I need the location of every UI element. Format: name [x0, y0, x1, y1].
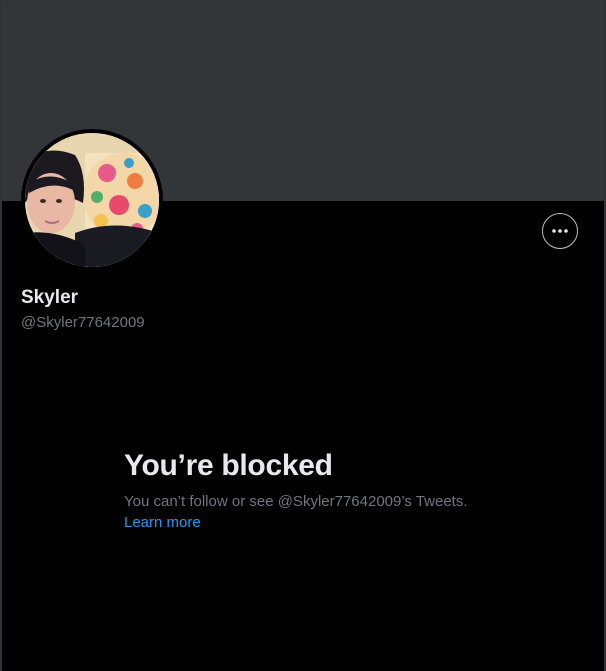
- blocked-description: You can’t follow or see @Skyler77642009’…: [124, 493, 468, 510]
- avatar[interactable]: [25, 133, 159, 267]
- profile-page: Skyler @Skyler77642009 You’re blocked Yo…: [0, 0, 606, 671]
- avatar-ring: [21, 129, 163, 271]
- learn-more-link[interactable]: Learn more: [124, 514, 201, 531]
- more-horizontal-icon: [552, 229, 568, 233]
- avatar-photo: [25, 133, 159, 267]
- profile-handle: @Skyler77642009: [21, 314, 145, 331]
- profile-display-name: Skyler: [21, 287, 79, 308]
- more-options-button[interactable]: [542, 213, 578, 249]
- blocked-title: You’re blocked: [124, 449, 333, 482]
